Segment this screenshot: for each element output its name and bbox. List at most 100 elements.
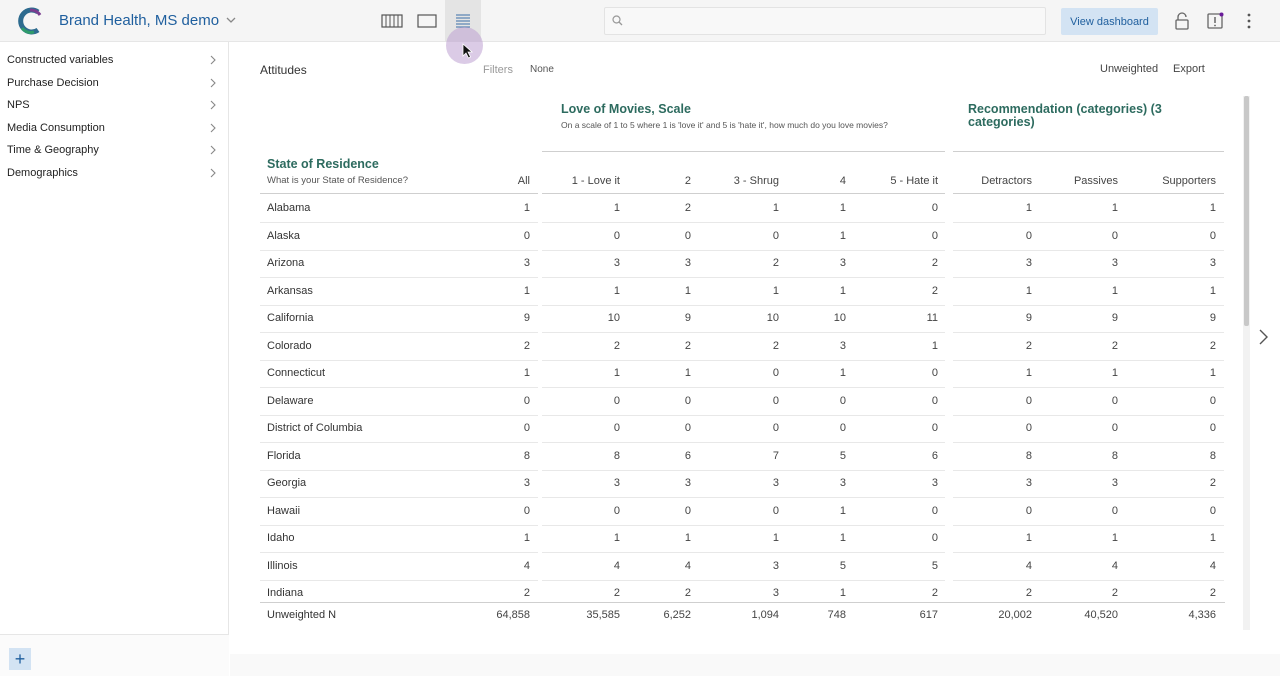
table-cell[interactable]: 8 [440, 450, 530, 462]
table-cell[interactable]: 0 [1028, 395, 1118, 407]
sidebar-item-time-geography[interactable]: Time & Geography [0, 139, 229, 161]
table-cell[interactable]: 0 [1126, 422, 1216, 434]
column-header[interactable]: Detractors [942, 175, 1032, 187]
table-cell[interactable]: 0 [756, 395, 846, 407]
filters-label[interactable]: Filters [483, 64, 513, 76]
column-header[interactable]: 4 [756, 175, 846, 187]
table-cell[interactable]: 3 [601, 257, 691, 269]
table-cell[interactable]: 3 [440, 477, 530, 489]
table-cell[interactable]: 0 [1028, 505, 1118, 517]
lock-icon[interactable] [1173, 12, 1191, 30]
table-cell[interactable]: 11 [848, 312, 938, 324]
table-cell[interactable]: 1 [1126, 285, 1216, 297]
table-cell[interactable]: 9 [942, 312, 1032, 324]
table-cell[interactable]: 2 [601, 202, 691, 214]
table-cell[interactable]: 1 [1028, 532, 1118, 544]
table-cell[interactable]: 2 [440, 340, 530, 352]
table-cell[interactable]: 8 [1126, 450, 1216, 462]
table-cell[interactable]: 0 [601, 395, 691, 407]
table-cell[interactable]: 1 [756, 505, 846, 517]
table-cell[interactable]: 8 [1028, 450, 1118, 462]
table-cell[interactable]: 2 [1126, 340, 1216, 352]
table-cell[interactable]: 0 [440, 422, 530, 434]
table-cell[interactable]: 2 [1126, 477, 1216, 489]
table-cell[interactable]: 5 [848, 560, 938, 572]
table-cell[interactable]: 0 [848, 422, 938, 434]
table-cell[interactable]: 0 [601, 505, 691, 517]
grid-view-button[interactable] [374, 0, 410, 42]
table-cell[interactable]: 0 [1126, 505, 1216, 517]
weighting-button[interactable]: Unweighted [1100, 63, 1158, 75]
table-cell[interactable]: 0 [601, 230, 691, 242]
table-cell[interactable]: 2 [942, 340, 1032, 352]
table-cell[interactable]: 2 [848, 587, 938, 599]
table-cell[interactable]: 9 [440, 312, 530, 324]
table-cell[interactable]: 2 [1126, 587, 1216, 599]
table-cell[interactable]: 3 [848, 477, 938, 489]
table-cell[interactable]: 1 [440, 367, 530, 379]
table-cell[interactable]: 4 [601, 560, 691, 572]
table-cell[interactable]: 1 [756, 285, 846, 297]
table-cell[interactable]: 3 [942, 477, 1032, 489]
sidebar-item-nps[interactable]: NPS [0, 94, 229, 116]
table-cell[interactable]: 2 [601, 587, 691, 599]
table-cell[interactable]: 1 [1126, 532, 1216, 544]
table-cell[interactable]: 1 [756, 367, 846, 379]
table-cell[interactable]: 0 [848, 202, 938, 214]
table-cell[interactable]: 3 [1126, 257, 1216, 269]
table-cell[interactable]: 1 [942, 202, 1032, 214]
sidebar-item-purchase-decision[interactable]: Purchase Decision [0, 72, 229, 94]
export-button[interactable]: Export [1173, 63, 1205, 75]
table-cell[interactable]: 5 [756, 450, 846, 462]
filters-value[interactable]: None [530, 64, 554, 75]
table-cell[interactable]: 1 [942, 285, 1032, 297]
table-cell[interactable]: 2 [1028, 587, 1118, 599]
table-cell[interactable]: 1 [440, 532, 530, 544]
table-cell[interactable]: 8 [942, 450, 1032, 462]
column-header[interactable]: Supporters [1126, 175, 1216, 187]
group-title-recommendation[interactable]: Recommendation (categories) (3 categorie… [968, 103, 1188, 129]
table-cell[interactable]: 0 [1028, 230, 1118, 242]
table-cell[interactable]: 1 [1028, 367, 1118, 379]
table-cell[interactable]: 2 [848, 285, 938, 297]
table-cell[interactable]: 0 [440, 230, 530, 242]
table-cell[interactable]: 1 [1028, 285, 1118, 297]
search-input[interactable] [604, 7, 1046, 35]
view-dashboard-button[interactable]: View dashboard [1061, 8, 1158, 35]
table-cell[interactable]: 1 [1126, 367, 1216, 379]
table-cell[interactable]: 1 [942, 367, 1032, 379]
table-cell[interactable]: 6 [601, 450, 691, 462]
table-cell[interactable]: 2 [440, 587, 530, 599]
table-cell[interactable]: 1 [756, 202, 846, 214]
table-cell[interactable]: 1 [756, 587, 846, 599]
add-variable-button[interactable]: + [9, 648, 31, 670]
scrollbar-thumb[interactable] [1244, 96, 1249, 326]
sidebar-item-constructed-variables[interactable]: Constructed variables [0, 49, 229, 71]
table-cell[interactable]: 3 [756, 257, 846, 269]
sidebar-item-demographics[interactable]: Demographics [0, 162, 229, 184]
table-cell[interactable]: 9 [1028, 312, 1118, 324]
table-cell[interactable]: 1 [440, 285, 530, 297]
app-logo-icon[interactable] [16, 6, 44, 36]
table-cell[interactable]: 0 [848, 395, 938, 407]
table-cell[interactable]: 3 [440, 257, 530, 269]
table-cell[interactable]: 1 [848, 340, 938, 352]
sidebar-item-media-consumption[interactable]: Media Consumption [0, 117, 229, 139]
table-cell[interactable]: 2 [1028, 340, 1118, 352]
table-cell[interactable]: 1 [440, 202, 530, 214]
table-cell[interactable]: 4 [942, 560, 1032, 572]
table-cell[interactable]: 0 [440, 395, 530, 407]
table-cell[interactable]: 2 [942, 587, 1032, 599]
table-cell[interactable]: 1 [601, 367, 691, 379]
table-cell[interactable]: 9 [601, 312, 691, 324]
table-cell[interactable]: 0 [1028, 422, 1118, 434]
table-cell[interactable]: 4 [1028, 560, 1118, 572]
table-cell[interactable]: 0 [942, 505, 1032, 517]
table-cell[interactable]: 4 [1126, 560, 1216, 572]
table-cell[interactable]: 0 [942, 230, 1032, 242]
column-header[interactable]: 5 - Hate it [848, 175, 938, 187]
table-cell[interactable]: 0 [942, 422, 1032, 434]
more-options-icon[interactable] [1240, 12, 1258, 30]
table-cell[interactable]: 2 [848, 257, 938, 269]
table-cell[interactable]: 0 [601, 422, 691, 434]
